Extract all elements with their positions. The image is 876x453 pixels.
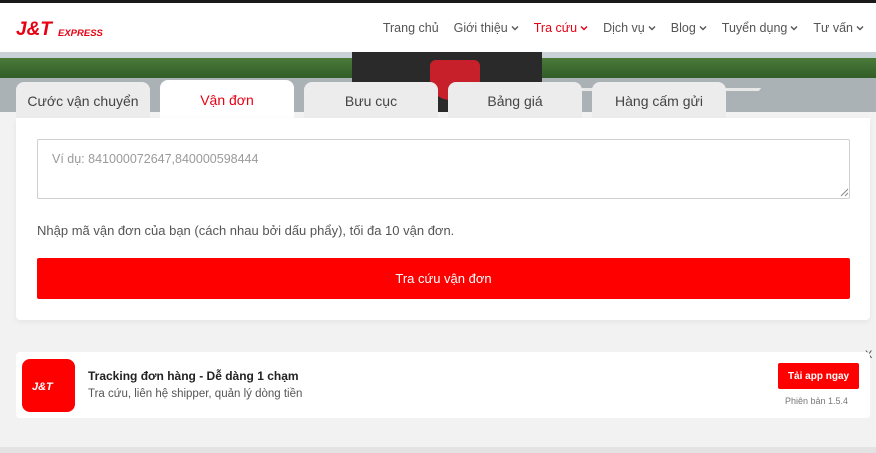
waybill-hint: Nhập mã vận đơn của bạn (cách nhau bởi d…	[37, 223, 455, 238]
tab-label: Cước vận chuyển	[27, 93, 139, 109]
bottom-divider	[0, 447, 876, 453]
nav-item-tracking[interactable]: Tra cứu	[534, 21, 588, 35]
chevron-down-icon	[790, 25, 798, 30]
nav-item-label: Dịch vụ	[603, 20, 645, 35]
app-version: Phiên bản 1.5.4	[785, 396, 849, 406]
app-logo-icon: J&T	[22, 359, 75, 412]
chevron-down-icon	[856, 25, 864, 30]
waybill-lookup-card: Nhập mã vận đơn của bạn (cách nhau bởi d…	[16, 118, 870, 320]
nav-item-home[interactable]: Trang chủ	[383, 21, 439, 35]
nav-item-label: Tư vấn	[813, 20, 853, 35]
svg-text:J&T: J&T	[32, 381, 54, 393]
tab-prohibited-goods[interactable]: Hàng cấm gửi	[592, 82, 726, 120]
chevron-down-icon	[511, 25, 519, 30]
app-promo-banner: J&T Tracking đơn hàng - Dễ dàng 1 chạm T…	[16, 352, 870, 418]
resize-grip-icon[interactable]	[840, 188, 849, 197]
download-app-button[interactable]: Tải app ngay	[778, 363, 859, 389]
tab-label: Bưu cục	[344, 93, 398, 109]
tab-waybill[interactable]: Vận đơn	[160, 80, 294, 120]
tab-label: Vận đơn	[200, 92, 254, 108]
tab-price-list[interactable]: Bảng giá	[448, 82, 582, 120]
nav-item-careers[interactable]: Tuyển dụng	[722, 21, 799, 35]
track-waybill-button[interactable]: Tra cứu vận đơn	[37, 258, 850, 299]
site-header: J&T EXPRESS Trang chủ Giới thiệu Tra cứu…	[0, 3, 876, 52]
chevron-down-icon	[699, 25, 707, 30]
nav-item-about[interactable]: Giới thiệu	[454, 21, 519, 35]
lookup-tabs: Cước vận chuyển Vận đơn Bưu cục Bảng giá…	[16, 80, 736, 120]
chevron-down-icon	[648, 25, 656, 30]
promo-title: Tracking đơn hàng - Dễ dàng 1 chạm	[88, 369, 299, 383]
tab-label: Hàng cấm gửi	[615, 93, 703, 109]
nav-item-label: Trang chủ	[382, 20, 439, 35]
chevron-down-icon	[580, 25, 588, 30]
main-nav: Trang chủ Giới thiệu Tra cứu Dịch vụ Blo…	[383, 3, 876, 52]
nav-item-consulting[interactable]: Tư vấn	[813, 21, 864, 35]
nav-item-blog[interactable]: Blog	[671, 21, 707, 35]
promo-subtitle: Tra cứu, liên hệ shipper, quản lý dòng t…	[88, 388, 303, 400]
jt-express-logo[interactable]: J&T EXPRESS	[16, 16, 106, 42]
tab-label: Bảng giá	[487, 93, 543, 109]
tab-shipping-rate[interactable]: Cước vận chuyển	[16, 82, 150, 120]
nav-item-label: Blog	[670, 20, 696, 35]
tab-post-office[interactable]: Bưu cục	[304, 82, 438, 120]
svg-text:J&T: J&T	[16, 19, 53, 40]
nav-item-label: Giới thiệu	[453, 20, 508, 35]
nav-item-label: Tuyển dụng	[721, 20, 788, 35]
svg-text:EXPRESS: EXPRESS	[58, 28, 104, 39]
waybill-input[interactable]	[37, 139, 850, 199]
nav-item-label: Tra cứu	[533, 20, 578, 35]
nav-item-services[interactable]: Dịch vụ	[603, 21, 656, 35]
